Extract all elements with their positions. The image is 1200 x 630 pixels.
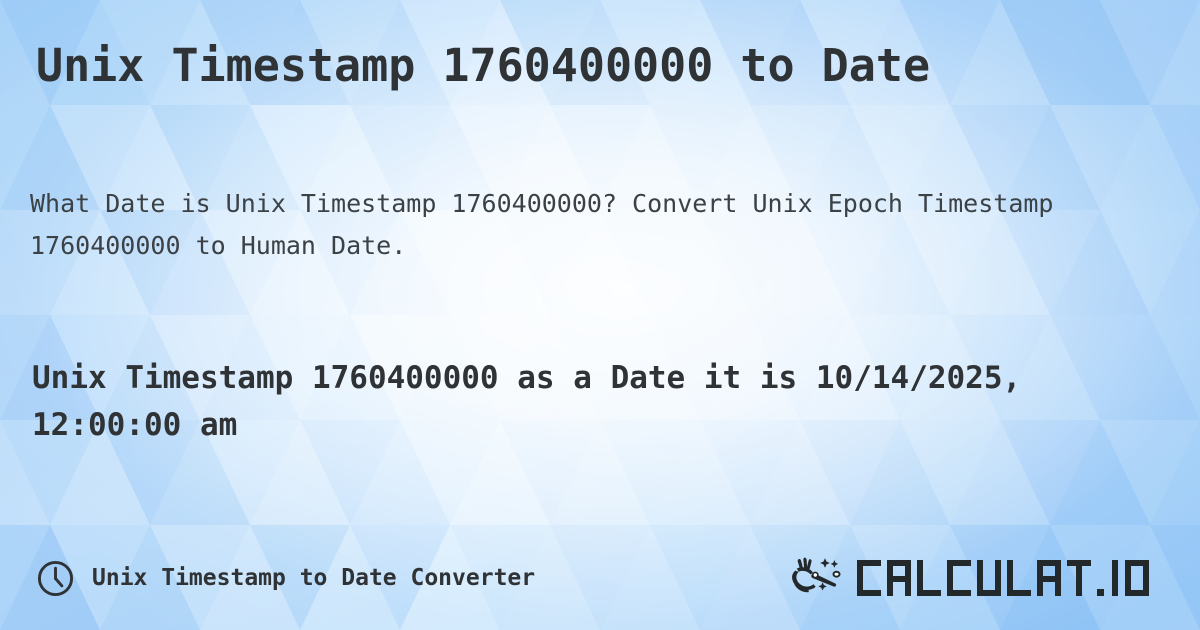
- brand-letter-a-2: [1037, 560, 1061, 596]
- footer-label: Unix Timestamp to Date Converter: [92, 565, 536, 591]
- brand-letter-i: [1112, 560, 1118, 596]
- page-description: What Date is Unix Timestamp 1760400000? …: [30, 189, 1054, 260]
- page-title: Unix Timestamp 1760400000 to Date: [36, 39, 931, 92]
- page-content: Unix Timestamp 1760400000 to Date What D…: [0, 0, 1200, 630]
- brand-letter-c-1: [857, 560, 881, 596]
- brand-letter-c-2: [947, 560, 971, 596]
- clock-icon: [37, 560, 74, 596]
- brand-letter-a-1: [887, 560, 911, 596]
- footer-branding-left: Unix Timestamp to Date Converter: [36, 559, 535, 598]
- brand-logo[interactable]: [791, 556, 1152, 600]
- brand-letter-dot: [1097, 589, 1104, 596]
- footer: Unix Timestamp to Date Converter: [36, 554, 1170, 602]
- page-canvas: Unix Timestamp 1760400000 to Date What D…: [0, 0, 1200, 630]
- conversion-result: Unix Timestamp 1760400000 as a Date it i…: [32, 360, 1022, 443]
- brand-letter-o: [1125, 560, 1149, 596]
- brand-letter-l-1: [917, 560, 941, 596]
- brand-wordmark: [854, 558, 1152, 598]
- brand-letter-u: [977, 560, 1001, 596]
- brand-letter-l-2: [1007, 560, 1031, 596]
- magic-wand-hand-icon: [792, 557, 841, 593]
- brand-letter-t: [1067, 560, 1091, 596]
